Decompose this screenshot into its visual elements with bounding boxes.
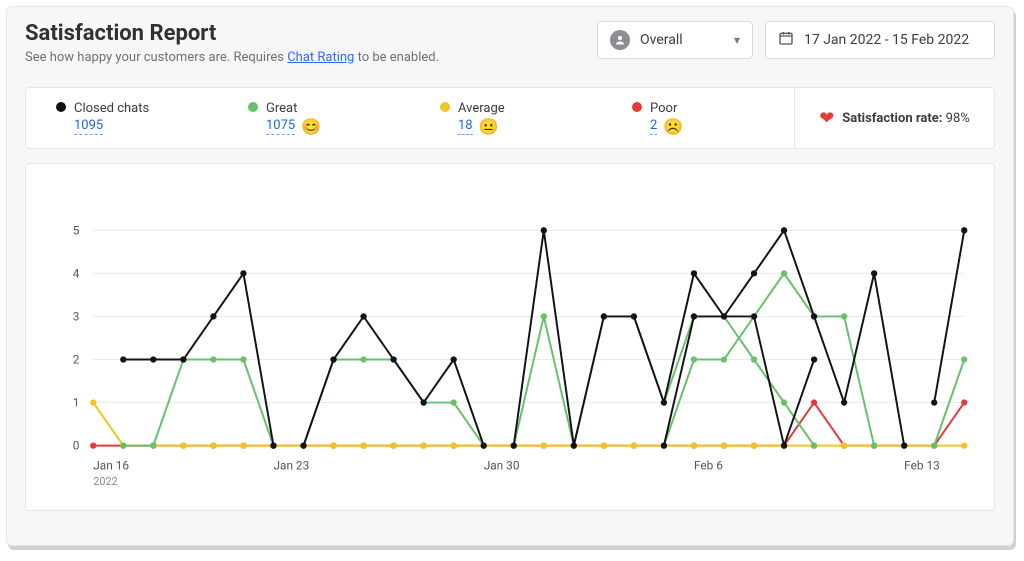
great-bullet-icon [248,102,258,112]
svg-text:3: 3 [73,309,80,323]
line-chart: 0 1 2 3 4 5 Jan 16 2022 Jan 23 Jan 30 Feb 6 Feb 13 [36,170,984,502]
satisfaction-value: 98% [946,111,970,126]
average-bullet-icon [440,102,450,112]
person-icon [610,30,630,50]
date-range-picker[interactable]: 17 Jan 2022 - 15 Feb 2022 [765,21,995,59]
svg-text:Jan 16: Jan 16 [93,458,129,472]
summary-poor-label: Poor [650,101,776,116]
svg-text:5: 5 [73,223,80,237]
closed-bullet-icon [56,102,66,112]
header-text: Satisfaction Report See how happy your c… [25,21,439,65]
frown-icon: ☹️ [663,119,683,135]
smile-icon: 😊 [301,119,321,135]
summary-bar: Closed chats 1095 Great 1075 😊 Average 18… [25,87,995,149]
summary-great[interactable]: Great 1075 😊 [218,88,410,148]
svg-text:2022: 2022 [93,475,117,488]
calendar-icon [778,30,794,50]
svg-text:Feb 6: Feb 6 [694,458,723,472]
chart-container: 0 1 2 3 4 5 Jan 16 2022 Jan 23 Jan 30 Feb 6 Feb 13 [25,163,995,511]
header: Satisfaction Report See how happy your c… [25,21,995,65]
page-title: Satisfaction Report [25,21,439,46]
summary-great-value[interactable]: 1075 [266,118,295,135]
subtitle-prefix: See how happy your customers are. Requir… [25,50,287,65]
summary-closed-value[interactable]: 1095 [74,118,103,135]
svg-text:1: 1 [73,396,80,410]
scope-label: Overall [640,32,683,48]
summary-closed-label: Closed chats [74,101,200,116]
svg-text:Feb 13: Feb 13 [904,458,940,472]
satisfaction-rate: ❤ Satisfaction rate: 98% [794,88,994,148]
scope-select[interactable]: Overall ▾ [597,21,753,59]
satisfaction-label: Satisfaction rate: [842,111,942,126]
report-page: Satisfaction Report See how happy your c… [6,6,1014,546]
summary-average-value[interactable]: 18 [458,118,473,135]
header-controls: Overall ▾ 17 Jan 2022 - 15 Feb 2022 [597,21,995,59]
poor-bullet-icon [632,102,642,112]
neutral-icon: 😐 [479,119,499,135]
svg-text:Jan 30: Jan 30 [484,458,520,472]
svg-text:2: 2 [73,352,80,366]
date-range-label: 17 Jan 2022 - 15 Feb 2022 [804,32,969,48]
subtitle-suffix: to be enabled. [354,50,439,65]
svg-text:0: 0 [73,439,80,453]
summary-great-label: Great [266,101,392,116]
summary-poor[interactable]: Poor 2 ☹️ [602,88,794,148]
chat-rating-link[interactable]: Chat Rating [287,50,354,65]
chevron-down-icon: ▾ [734,33,740,47]
svg-text:Jan 23: Jan 23 [273,458,309,472]
heart-icon: ❤ [819,108,834,129]
page-subtitle: See how happy your customers are. Requir… [25,50,439,65]
summary-average[interactable]: Average 18 😐 [410,88,602,148]
summary-closed[interactable]: Closed chats 1095 [26,88,218,148]
summary-average-label: Average [458,101,584,116]
svg-text:4: 4 [73,266,80,280]
summary-poor-value[interactable]: 2 [650,118,657,135]
